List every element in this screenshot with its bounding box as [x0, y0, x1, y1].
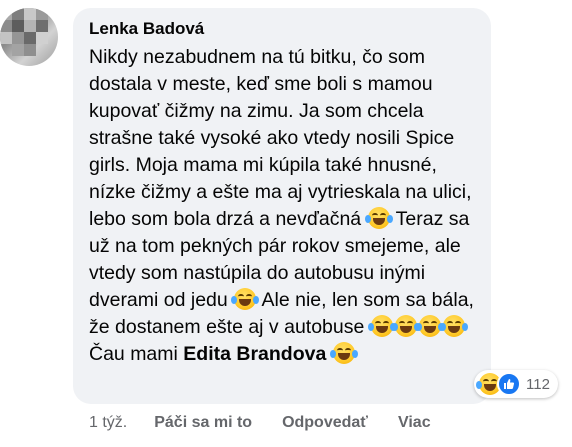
comment-body: Nikdy nezabudnem na tú bitku, čo som dos… [89, 44, 477, 368]
face-with-tears-of-joy-icon [391, 315, 420, 337]
comment-timestamp[interactable]: 1 týž. [89, 414, 127, 432]
comment-author[interactable]: Lenka Badová [89, 18, 477, 40]
face-with-tears-of-joy-icon [367, 315, 396, 337]
face-with-tears-of-joy-icon [231, 288, 260, 310]
comment-text-segment: Nikdy nezabudnem na tú bitku, čo som dos… [89, 46, 472, 230]
thumbs-up-icon [504, 379, 515, 389]
avatar-pixel [0, 8, 12, 20]
like-button[interactable]: Páči sa mi to [154, 414, 252, 432]
avatar-pixel [0, 32, 12, 44]
avatar-pixel [24, 44, 36, 56]
reaction-count: 112 [526, 375, 550, 393]
avatar-pixel [24, 20, 36, 32]
avatar-pixel [24, 8, 36, 20]
avatar-pixel [12, 8, 24, 20]
avatar-pixel [0, 20, 12, 32]
avatar-pixel [12, 32, 24, 44]
avatar-pixel [12, 20, 24, 32]
avatar-pixel [36, 8, 48, 20]
face-with-tears-of-joy-icon [329, 342, 358, 364]
avatar-pixel [36, 32, 48, 44]
avatar[interactable] [0, 8, 58, 66]
avatar-pixel [12, 44, 24, 56]
comment-bubble: Lenka Badová Nikdy nezabudnem na tú bitk… [73, 8, 491, 404]
like-icon [497, 372, 521, 396]
reactions-summary[interactable]: 112 [474, 370, 558, 398]
comment-thread: Lenka Badová Nikdy nezabudnem na tú bitk… [0, 0, 572, 447]
avatar-pixel [36, 20, 48, 32]
reply-button[interactable]: Odpovedať [282, 414, 368, 432]
comment-actions: 1 týž. Páči sa mi to Odpovedať Viac [89, 414, 431, 432]
more-button[interactable]: Viac [398, 414, 431, 432]
face-with-tears-of-joy-icon [415, 315, 444, 337]
face-with-tears-of-joy-icon [364, 207, 393, 229]
face-with-tears-of-joy-icon [439, 315, 468, 337]
comment-text-segment: Čau mami [89, 343, 178, 365]
mention-link[interactable]: Edita Brandova [183, 343, 326, 365]
avatar-pixel [24, 32, 36, 44]
